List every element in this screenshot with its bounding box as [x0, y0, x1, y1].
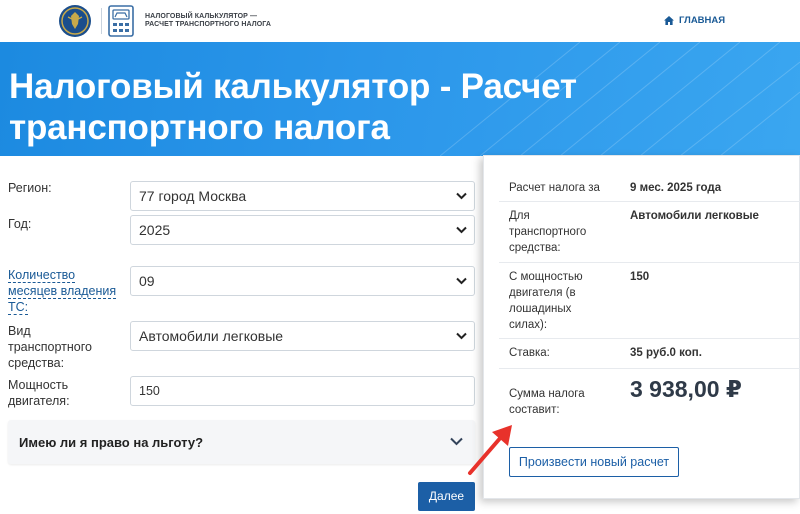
rate-value: 35 руб.0 коп. — [630, 347, 702, 359]
annotation-arrow-icon — [468, 425, 512, 475]
vehicle-type-select[interactable]: Автомобили легковые — [130, 321, 475, 351]
months-select[interactable]: 09 — [130, 266, 475, 296]
sum-value: 3 938,00 ₽ — [630, 376, 742, 402]
benefit-label: Имею ли я право на льготу? — [19, 435, 204, 450]
top-bar: НАЛОГОВЫЙ КАЛЬКУЛЯТОР — РАСЧЕТ ТРАНСПОРТ… — [0, 0, 800, 42]
power-input-value: 150 — [139, 384, 160, 398]
months-label: Количество месяцев владения ТС: — [8, 268, 117, 315]
period-key: Расчет налога за — [509, 182, 600, 194]
period-value: 9 мес. 2025 года — [630, 182, 722, 194]
new-calculation-button[interactable]: Произвести новый расчет — [509, 447, 679, 477]
row-divider — [499, 201, 800, 202]
region-label: Регион: — [8, 181, 52, 195]
nav-home-label: ГЛАВНАЯ — [679, 15, 726, 26]
home-icon — [664, 16, 674, 25]
nav-home-link[interactable]: ГЛАВНАЯ — [664, 15, 725, 26]
power-key: С мощностью двигателя (в лошадиных силах… — [509, 271, 583, 331]
power-input[interactable]: 150 — [130, 376, 475, 406]
calculator-car-icon — [108, 5, 134, 37]
vehicle-type-label: Вид транспортного средства: — [8, 324, 92, 370]
benefit-accordion[interactable]: Имею ли я право на льготу? — [8, 420, 475, 464]
logo-separator — [101, 8, 102, 34]
region-select[interactable]: 77 город Москва — [130, 181, 475, 211]
result-panel: Расчет налога за 9 мес. 2025 года Для тр… — [483, 155, 800, 499]
row-divider — [499, 368, 800, 369]
row-divider — [499, 262, 800, 263]
vehicle-type-select-value: Автомобили легковые — [139, 328, 284, 344]
chevron-down-icon — [456, 332, 467, 340]
power-label: Мощность двигателя: — [8, 378, 70, 408]
page-title: Налоговый калькулятор - Расчет транспорт… — [9, 67, 577, 147]
chevron-down-icon — [456, 192, 467, 200]
brand-text: НАЛОГОВЫЙ КАЛЬКУЛЯТОР — РАСЧЕТ ТРАНСПОРТ… — [145, 13, 272, 28]
year-select[interactable]: 2025 — [130, 215, 475, 245]
sum-key: Сумма налога составит: — [509, 388, 585, 416]
year-label: Год: — [8, 217, 32, 231]
vehicle-value: Автомобили легковые — [630, 210, 759, 222]
region-select-value: 77 город Москва — [139, 188, 247, 204]
row-divider — [499, 338, 800, 339]
vehicle-key: Для транспортного средства: — [509, 210, 587, 254]
year-select-value: 2025 — [139, 222, 171, 238]
chevron-down-icon — [456, 226, 467, 234]
next-button[interactable]: Далее — [418, 482, 475, 511]
emblem-icon — [59, 5, 91, 37]
power-result-value: 150 — [630, 271, 650, 283]
months-help-link[interactable]: Количество месяцев владения ТС: — [8, 267, 118, 315]
chevron-down-icon — [456, 277, 467, 285]
rate-key: Ставка: — [509, 347, 550, 359]
hero-banner: Налоговый калькулятор - Расчет транспорт… — [0, 42, 800, 156]
months-select-value: 09 — [139, 273, 155, 289]
